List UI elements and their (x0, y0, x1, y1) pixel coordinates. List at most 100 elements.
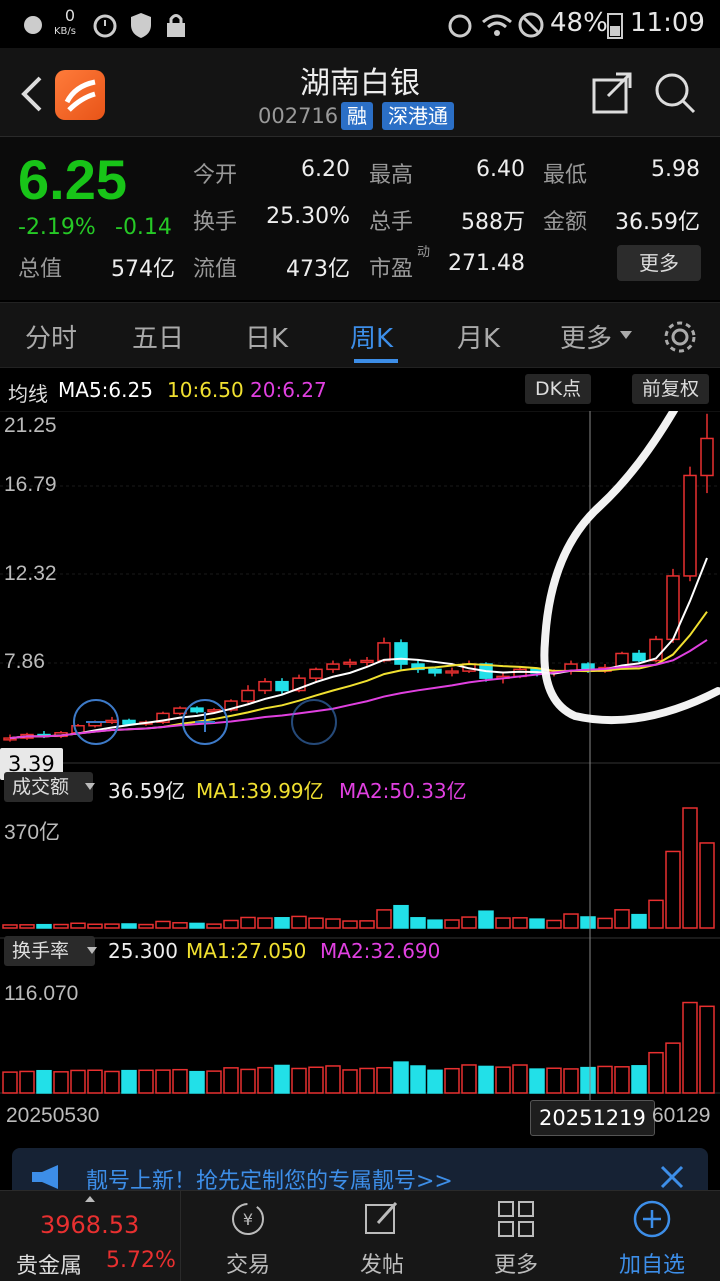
adjust-button[interactable]: 前复权 (632, 374, 710, 404)
turnover-bar (308, 1066, 324, 1094)
net-speed-unit: KB/s (54, 26, 76, 37)
nav-trade[interactable]: ¥ 交易 (188, 1191, 308, 1281)
volume-bar (240, 916, 256, 929)
float-cap-label: 流值 (193, 257, 238, 282)
add-icon (633, 1200, 671, 1238)
open-label: 今开 (193, 163, 238, 188)
turnover-bar (597, 1065, 613, 1094)
date-end: 60129 (652, 1104, 711, 1127)
stock-header: 湖南白银 002716 融 深港通 (0, 48, 720, 137)
turnover-bar (240, 1068, 256, 1094)
date-start: 20250530 (6, 1104, 100, 1127)
turnover-selector[interactable]: 换手率 (4, 936, 96, 966)
volume-bar (342, 920, 358, 929)
edit-icon (365, 1201, 398, 1234)
volume-bars-layer (2, 807, 715, 929)
share-icon[interactable] (590, 70, 636, 116)
status-bar: 0 KB/s 48% 11:09 (0, 0, 720, 48)
nav-post-label: 发帖 (359, 1253, 404, 1278)
turnover-bar (257, 1066, 273, 1094)
grid-icon (498, 1201, 534, 1237)
volume-bar (138, 923, 154, 929)
turnover-bar (206, 1070, 222, 1094)
nav-add-watchlist[interactable]: 加自选 (592, 1191, 712, 1281)
dropdown-icon (620, 331, 632, 339)
volume-bar (580, 916, 596, 929)
alarm-icon (93, 14, 117, 38)
no-signal-icon (518, 12, 544, 38)
tab-weekly[interactable]: 周K (350, 318, 393, 355)
open-value: 6.20 (301, 157, 350, 182)
kline-chart[interactable] (0, 411, 720, 1136)
volume-selector[interactable]: 成交额 (4, 772, 94, 802)
close-icon[interactable] (658, 1163, 686, 1191)
index-percent: 5.72% (106, 1248, 176, 1273)
volume-bar (614, 909, 630, 929)
candle-body (428, 668, 442, 674)
nav-post[interactable]: 发帖 (322, 1191, 442, 1281)
candle-body (275, 680, 289, 692)
volume-bar (53, 923, 69, 929)
turnover-bar (427, 1069, 443, 1094)
candle-body (445, 670, 459, 674)
lock-icon (167, 14, 185, 37)
tab-intraday[interactable]: 分时 (25, 318, 77, 355)
turnover-bar (70, 1069, 86, 1094)
high-value: 6.40 (476, 157, 525, 182)
volume-bar (665, 850, 681, 929)
volume-bar (529, 918, 545, 929)
y-label-2: 16.79 (4, 473, 57, 496)
turnover-bar (580, 1066, 596, 1094)
ma-title: 均线 (8, 382, 48, 406)
low-label: 最低 (543, 163, 588, 188)
volume-ma2: MA2:50.33亿 (339, 779, 467, 803)
candle-body (309, 668, 323, 679)
battery-percent: 48% (550, 8, 608, 38)
volume-bar (393, 904, 409, 929)
turnover-bar (138, 1069, 154, 1094)
active-tab-indicator (354, 359, 398, 363)
turnover-bar (155, 1069, 171, 1094)
volume-bar (70, 922, 86, 929)
volume-bar (427, 919, 443, 929)
volume-bar (36, 923, 52, 929)
turnover-bar (325, 1065, 341, 1094)
turnover-value: 25.300 (108, 939, 178, 963)
expand-icon (85, 1196, 95, 1202)
volume-bar (597, 917, 613, 929)
candle-body (700, 437, 714, 477)
settings-icon[interactable] (662, 319, 698, 355)
low-value: 5.98 (651, 157, 700, 182)
tab-more[interactable]: 更多 (560, 318, 612, 355)
turnover-bar (699, 1005, 715, 1094)
tab-five-day[interactable]: 五日 (132, 318, 184, 355)
nav-more[interactable]: 更多 (456, 1191, 576, 1281)
volume-bar (291, 915, 307, 929)
dk-point-button[interactable]: DK点 (525, 374, 592, 404)
tab-daily[interactable]: 日K (245, 318, 288, 355)
pe-value: 271.48 (448, 251, 525, 276)
high-label: 最高 (369, 163, 414, 188)
turnover-bar (104, 1070, 120, 1094)
reset-icon[interactable] (291, 699, 337, 745)
pe-dynamic-mark: 动 (417, 245, 431, 260)
candle-body (241, 689, 255, 702)
amount-label: 金额 (543, 210, 588, 235)
tab-monthly[interactable]: 月K (457, 318, 500, 355)
turnover-bar (53, 1071, 69, 1094)
volume-bar (512, 917, 528, 929)
more-button[interactable]: 更多 (617, 245, 701, 281)
volume-bar (87, 923, 103, 929)
candle-body (394, 642, 408, 665)
nav-add-label: 加自选 (618, 1253, 685, 1278)
search-icon[interactable] (652, 70, 698, 116)
candle-body (683, 474, 697, 577)
index-value[interactable]: 3968.53 (40, 1211, 139, 1239)
turnover-value: 25.30% (266, 204, 350, 229)
divider (180, 1191, 181, 1281)
turnover-bars-layer (2, 1001, 715, 1094)
index-name[interactable]: 贵金属 (16, 1248, 82, 1280)
turnover-bar (87, 1069, 103, 1094)
dropdown-icon (85, 783, 95, 790)
turnover-bar (444, 1067, 460, 1094)
